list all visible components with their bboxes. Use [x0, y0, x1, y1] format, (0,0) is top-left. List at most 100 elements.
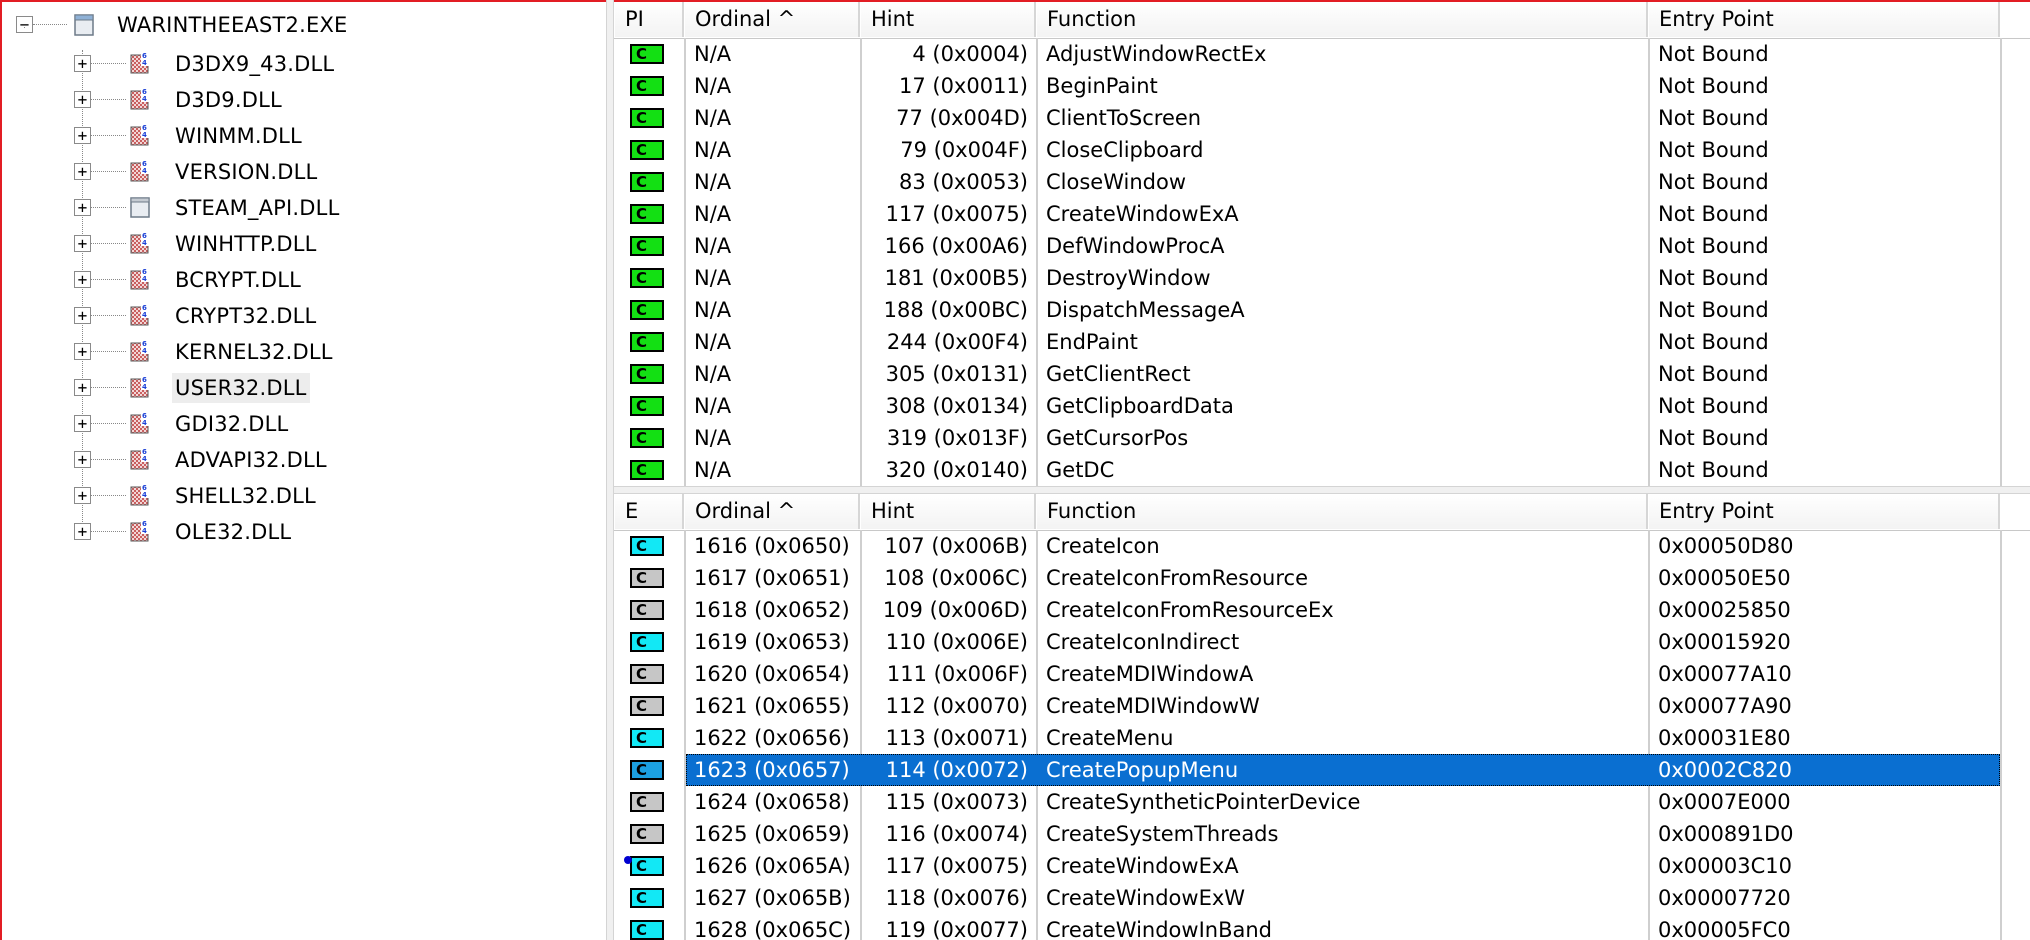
table-row[interactable]: C 1620 (0x0654) 111 (0x006F) CreateMDIWindo…	[614, 658, 2030, 690]
table-row[interactable]: C N/A 117 (0x0075) CreateWindowExA Not Bound	[614, 198, 2030, 230]
tree-item[interactable]: +6 4 USER32.DLL	[2, 370, 602, 404]
table-row[interactable]: C N/A 83 (0x0053) CloseWindow Not Bound	[614, 166, 2030, 198]
table-row[interactable]: C N/A 77 (0x004D) ClientToScreen Not Bound	[614, 102, 2030, 134]
horizontal-splitter[interactable]	[614, 486, 2030, 494]
table-row[interactable]: C 1628 (0x065C) 119 (0x0077) CreateWindowIn…	[614, 914, 2030, 940]
expand-icon[interactable]: +	[74, 523, 91, 540]
cell-hint: 83 (0x0053)	[898, 170, 1028, 194]
imports-list[interactable]: PI Ordinal ^ Hint Function Entry Point C…	[614, 2, 2030, 486]
column-header-entry-point[interactable]: Entry Point	[1648, 494, 2000, 529]
tree-item-label: CRYPT32.DLL	[175, 304, 317, 328]
table-row[interactable]: C N/A 181 (0x00B5) DestroyWindow Not Bound	[614, 262, 2030, 294]
table-row[interactable]: C 1621 (0x0655) 112 (0x0070) CreateMDIWindo…	[614, 690, 2030, 722]
column-header-ordinal[interactable]: Ordinal ^	[684, 494, 860, 529]
tree-root-item[interactable]: − WARINTHEEAST2.EXE	[2, 8, 602, 42]
table-row[interactable]: C 1627 (0x065B) 118 (0x0076) CreateWindowEx…	[614, 882, 2030, 914]
module-64-icon: 64	[130, 88, 150, 110]
tree-item[interactable]: +6 4 ADVAPI32.DLL	[2, 442, 602, 476]
expand-icon[interactable]: +	[74, 307, 91, 324]
function-type-icon: C	[630, 792, 664, 812]
cell-function: CreateSystemThreads	[1046, 822, 1279, 846]
expand-icon[interactable]: +	[74, 163, 91, 180]
expand-icon[interactable]: +	[74, 343, 91, 360]
column-header-entry-point[interactable]: Entry Point	[1648, 2, 2000, 37]
tree-item[interactable]: +6 4 VERSION.DLL	[2, 154, 602, 188]
table-row[interactable]: C 1616 (0x0650) 107 (0x006B) CreateIcon 0x00…	[614, 530, 2030, 562]
table-row[interactable]: C N/A 17 (0x0011) BeginPaint Not Bound	[614, 70, 2030, 102]
tree-item[interactable]: +6 4 WINHTTP.DLL	[2, 226, 602, 260]
module-64-icon: 64	[130, 124, 150, 146]
cell-function: CreateSyntheticPointerDevice	[1046, 790, 1361, 814]
expand-icon[interactable]: +	[74, 235, 91, 252]
column-header-ordinal[interactable]: Ordinal ^	[684, 2, 860, 37]
table-row[interactable]: C 1624 (0x0658) 115 (0x0073) CreateSyntheti…	[614, 786, 2030, 818]
table-row[interactable]: C N/A 305 (0x0131) GetClientRect Not Bound	[614, 358, 2030, 390]
svg-text:4: 4	[142, 239, 147, 247]
cell-ordinal: 1626 (0x065A)	[694, 854, 851, 878]
exports-list[interactable]: E Ordinal ^ Hint Function Entry Point C 1…	[614, 494, 2030, 940]
expand-icon[interactable]: +	[74, 379, 91, 396]
cell-ordinal: N/A	[694, 330, 732, 354]
table-row[interactable]: C 1622 (0x0656) 113 (0x0071) CreateMenu 0x00…	[614, 722, 2030, 754]
table-row[interactable]: C N/A 320 (0x0140) GetDC Not Bound	[614, 454, 2030, 486]
table-row[interactable]: C 1618 (0x0652) 109 (0x006D) CreateIconFrom…	[614, 594, 2030, 626]
tree-item[interactable]: +6 4 OLE32.DLL	[2, 514, 602, 548]
expand-icon[interactable]: +	[74, 199, 91, 216]
table-row[interactable]: C 1619 (0x0653) 110 (0x006E) CreateIconIndi…	[614, 626, 2030, 658]
tree-item[interactable]: +6 4 CRYPT32.DLL	[2, 298, 602, 332]
function-type-icon: C	[630, 44, 664, 64]
column-header-function[interactable]: Function	[1036, 494, 1648, 529]
module-tree[interactable]: − WARINTHEEAST2.EXE +6 4 D3DX9_43.DLL +6 4 D3…	[2, 2, 606, 938]
table-row[interactable]: C N/A 79 (0x004F) CloseClipboard Not Bound	[614, 134, 2030, 166]
cell-entry: 0x0007E000	[1658, 790, 1791, 814]
table-row[interactable]: C N/A 4 (0x0004) AdjustWindowRectEx Not Boun…	[614, 38, 2030, 70]
column-header-function[interactable]: Function	[1036, 2, 1648, 37]
table-row[interactable]: C N/A 188 (0x00BC) DispatchMessageA Not Boun…	[614, 294, 2030, 326]
tree-item[interactable]: +6 4 SHELL32.DLL	[2, 478, 602, 512]
cell-function: CreateMDIWindowA	[1046, 662, 1254, 686]
table-row[interactable]: C 1617 (0x0651) 108 (0x006C) CreateIconFrom…	[614, 562, 2030, 594]
cell-function: DefWindowProcA	[1046, 234, 1225, 258]
tree-item[interactable]: +6 4 D3DX9_43.DLL	[2, 46, 602, 80]
table-row[interactable]: C N/A 308 (0x0134) GetClipboardData Not Boun…	[614, 390, 2030, 422]
column-header-e[interactable]: E	[614, 494, 684, 529]
expand-icon[interactable]: +	[74, 415, 91, 432]
vertical-splitter[interactable]	[606, 0, 614, 940]
cell-hint: 110 (0x006E)	[885, 630, 1028, 654]
tree-item[interactable]: +6 4 GDI32.DLL	[2, 406, 602, 440]
tree-item[interactable]: +6 4 BCRYPT.DLL	[2, 262, 602, 296]
expand-icon[interactable]: +	[74, 127, 91, 144]
expand-icon[interactable]: +	[74, 451, 91, 468]
table-row[interactable]: C 1625 (0x0659) 116 (0x0074) CreateSystemTh…	[614, 818, 2030, 850]
column-header-hint[interactable]: Hint	[860, 494, 1036, 529]
cell-entry: 0x00077A10	[1658, 662, 1792, 686]
cell-entry: Not Bound	[1658, 330, 1769, 354]
table-row[interactable]: C N/A 319 (0x013F) GetCursorPos Not Bound	[614, 422, 2030, 454]
function-type-icon: C	[630, 140, 664, 160]
collapse-icon[interactable]: −	[16, 16, 33, 33]
tree-item[interactable]: +6 4 D3D9.DLL	[2, 82, 602, 116]
table-row[interactable]: C N/A 244 (0x00F4) EndPaint Not Bound	[614, 326, 2030, 358]
expand-icon[interactable]: +	[74, 487, 91, 504]
table-row[interactable]: C 1623 (0x0657) 114 (0x0072) CreatePopupMen…	[614, 754, 2030, 786]
svg-text:4: 4	[142, 275, 147, 283]
module-64-icon: 64	[130, 340, 150, 362]
svg-text:4: 4	[142, 59, 147, 67]
cell-hint: 115 (0x0073)	[885, 790, 1028, 814]
tree-item[interactable]: +6 4 KERNEL32.DLL	[2, 334, 602, 368]
table-row[interactable]: C 1626 (0x065A) 117 (0x0075) CreateWindowEx…	[614, 850, 2030, 882]
cell-ordinal: 1618 (0x0652)	[694, 598, 850, 622]
table-row[interactable]: C N/A 166 (0x00A6) DefWindowProcA Not Bound	[614, 230, 2030, 262]
function-type-icon: C	[630, 300, 664, 320]
tree-item[interactable]: + STEAM_API.DLL	[2, 190, 602, 224]
column-header-hint[interactable]: Hint	[860, 2, 1036, 37]
column-header-pi[interactable]: PI	[614, 2, 684, 37]
svg-text:4: 4	[142, 527, 147, 535]
function-type-icon: C	[630, 536, 664, 556]
tree-item[interactable]: +6 4 WINMM.DLL	[2, 118, 602, 152]
module-64-icon: 64	[130, 448, 150, 470]
expand-icon[interactable]: +	[74, 55, 91, 72]
expand-icon[interactable]: +	[74, 271, 91, 288]
expand-icon[interactable]: +	[74, 91, 91, 108]
cell-entry: Not Bound	[1658, 234, 1769, 258]
